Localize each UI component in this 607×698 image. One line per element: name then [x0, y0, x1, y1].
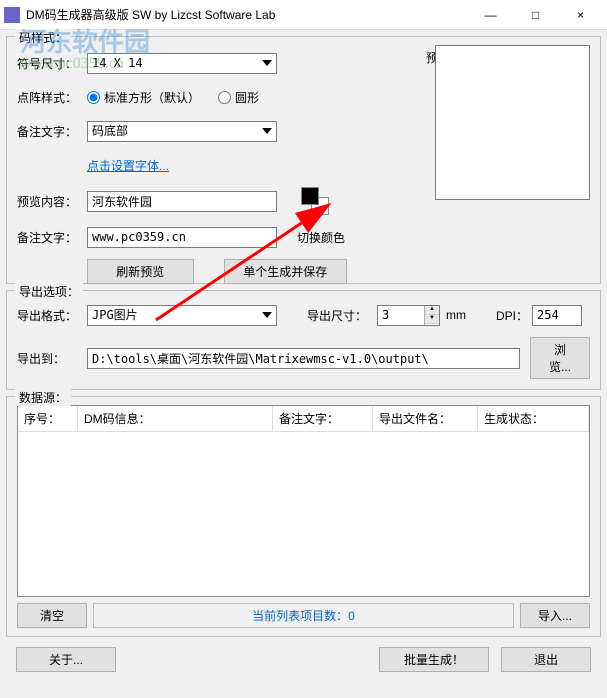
batch-generate-button[interactable]: 批量生成！ [379, 647, 489, 672]
style-panel: 码样式： 预览图： 符号尺寸： 14 X 14 点阵样式： 标准方形（默认） 圆… [6, 36, 601, 284]
titlebar: DM码生成器高级版 SW by Lizcst Software Lab — □ … [0, 0, 607, 30]
maximize-button[interactable]: □ [513, 1, 558, 29]
import-button[interactable]: 导入... [520, 603, 590, 628]
note-position-label: 备注文字： [17, 123, 87, 140]
window-title: DM码生成器高级版 SW by Lizcst Software Lab [26, 6, 468, 23]
col-filename[interactable]: 导出文件名： [373, 406, 478, 431]
clear-button[interactable]: 清空 [17, 603, 87, 628]
note-position-select[interactable]: 码底部 [87, 121, 277, 142]
dpi-input[interactable] [532, 305, 582, 326]
export-size-label: 导出尺寸： [307, 307, 377, 324]
spinner-down[interactable]: ▼ [425, 315, 439, 324]
note-text-label: 备注文字： [17, 229, 87, 246]
app-icon [4, 7, 20, 23]
data-table[interactable]: 序号： DM码信息： 备注文字： 导出文件名： 生成状态： [17, 405, 590, 597]
color-fg-swatch [301, 187, 319, 205]
item-count-status: 当前列表项目数：0 [93, 603, 514, 628]
footer-bar: 关于... 批量生成！ 退出 [6, 643, 601, 672]
close-button[interactable]: × [558, 1, 603, 29]
style-panel-label: 码样式： [15, 29, 71, 46]
export-panel-label: 导出选项： [15, 283, 83, 300]
exit-button[interactable]: 退出 [501, 647, 591, 672]
export-path-label: 导出到： [17, 350, 87, 367]
size-unit: mm [446, 308, 466, 322]
export-format-select[interactable]: JPG图片 [87, 305, 277, 326]
dot-radio-square[interactable]: 标准方形（默认） [87, 89, 200, 106]
color-swap-label: 切换颜色 [297, 229, 345, 246]
minimize-button[interactable]: — [468, 1, 513, 29]
color-swap-button[interactable] [301, 187, 329, 215]
col-note[interactable]: 备注文字： [273, 406, 373, 431]
col-status[interactable]: 生成状态： [478, 406, 589, 431]
export-format-label: 导出格式： [17, 307, 87, 324]
note-text-input[interactable] [87, 227, 277, 248]
browse-button[interactable]: 浏览... [530, 337, 590, 379]
col-info[interactable]: DM码信息： [78, 406, 273, 431]
preview-content-label: 预览内容： [17, 193, 87, 210]
data-source-panel: 数据源： 序号： DM码信息： 备注文字： 导出文件名： 生成状态： 清空 当前… [6, 396, 601, 637]
export-size-spinner[interactable]: ▲▼ [377, 305, 440, 326]
spinner-up[interactable]: ▲ [425, 306, 439, 315]
preview-content-input[interactable] [87, 191, 277, 212]
dpi-label: DPI： [496, 307, 528, 324]
dot-style-label: 点阵样式： [17, 89, 87, 106]
symbol-size-label: 符号尺寸： [17, 55, 87, 72]
font-settings-link[interactable]: 点击设置字体... [87, 157, 169, 174]
about-button[interactable]: 关于... [16, 647, 116, 672]
export-panel: 导出选项： 导出格式： JPG图片 导出尺寸： ▲▼ mm DPI： 导出到： … [6, 290, 601, 390]
dot-radio-circle[interactable]: 圆形 [218, 89, 259, 106]
generate-single-button[interactable]: 单个生成并保存 [224, 259, 348, 284]
refresh-preview-button[interactable]: 刷新预览 [87, 259, 194, 284]
table-header-row: 序号： DM码信息： 备注文字： 导出文件名： 生成状态： [18, 406, 589, 432]
data-panel-label: 数据源： [15, 389, 71, 406]
export-path-input[interactable] [87, 348, 520, 369]
col-seq[interactable]: 序号： [18, 406, 78, 431]
preview-image-box [435, 45, 590, 200]
symbol-size-select[interactable]: 14 X 14 [87, 53, 277, 74]
